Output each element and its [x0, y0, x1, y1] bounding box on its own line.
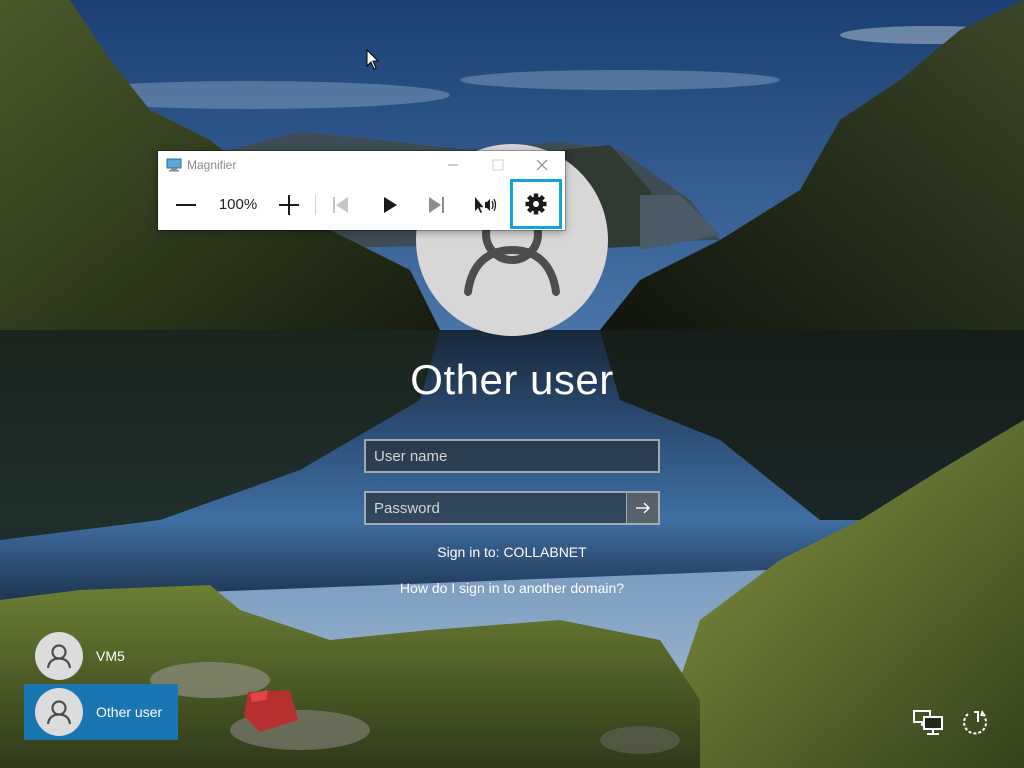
- magnifier-toolbar: 100%: [158, 179, 565, 230]
- play-button[interactable]: [373, 187, 407, 223]
- minimize-icon: [448, 164, 458, 166]
- next-sentence-button[interactable]: [420, 187, 454, 223]
- user-tile-label: VM5: [96, 648, 125, 664]
- zoom-in-button[interactable]: [272, 187, 306, 223]
- person-icon: [46, 644, 72, 669]
- username-field[interactable]: [364, 439, 660, 473]
- read-from-here-icon: [475, 197, 497, 213]
- user-title: Other user: [410, 356, 614, 403]
- network-icon[interactable]: [912, 708, 944, 736]
- password-field[interactable]: [364, 491, 660, 525]
- submit-button[interactable]: [626, 493, 658, 523]
- toolbar-divider: [315, 195, 316, 215]
- arrow-right-icon: [636, 502, 650, 514]
- ease-of-access-icon[interactable]: [958, 706, 992, 738]
- gear-icon: [525, 193, 547, 215]
- maximize-icon: [492, 159, 504, 171]
- maximize-button[interactable]: [475, 151, 520, 179]
- zoom-level: 100%: [218, 196, 258, 213]
- user-tile-vm5[interactable]: VM5: [24, 628, 178, 684]
- avatar: [35, 632, 83, 680]
- settings-button[interactable]: [510, 179, 562, 229]
- magnifier-title: Magnifier: [187, 158, 237, 172]
- another-domain-link[interactable]: How do I sign in to another domain?: [312, 580, 712, 596]
- zoom-out-button[interactable]: [169, 187, 203, 223]
- play-icon: [384, 197, 397, 213]
- avatar: [35, 688, 83, 736]
- minimize-button[interactable]: [430, 151, 475, 179]
- skip-next-icon: [429, 197, 444, 213]
- minus-icon: [176, 204, 196, 206]
- magnifier-titlebar[interactable]: Magnifier: [158, 151, 565, 179]
- lock-screen: Magnifier 100% Other user User name Sign…: [0, 0, 1024, 768]
- previous-sentence-button[interactable]: [323, 187, 357, 223]
- read-from-here-button[interactable]: [467, 187, 501, 223]
- plus-icon: [279, 195, 299, 215]
- magnifier-window: Magnifier 100%: [158, 151, 565, 230]
- password-input[interactable]: [366, 493, 628, 523]
- person-icon: [46, 700, 72, 725]
- user-tile-label: Other user: [96, 704, 163, 720]
- mouse-cursor-icon: [366, 49, 380, 70]
- user-tile-other-user[interactable]: Other user: [24, 684, 178, 740]
- username-input[interactable]: [366, 441, 658, 471]
- magnifier-app-icon: [166, 158, 182, 172]
- skip-previous-icon: [333, 197, 348, 213]
- close-button[interactable]: [520, 151, 565, 179]
- sign-in-domain-text: Sign in to: COLLABNET: [437, 544, 587, 560]
- close-icon: [536, 159, 548, 171]
